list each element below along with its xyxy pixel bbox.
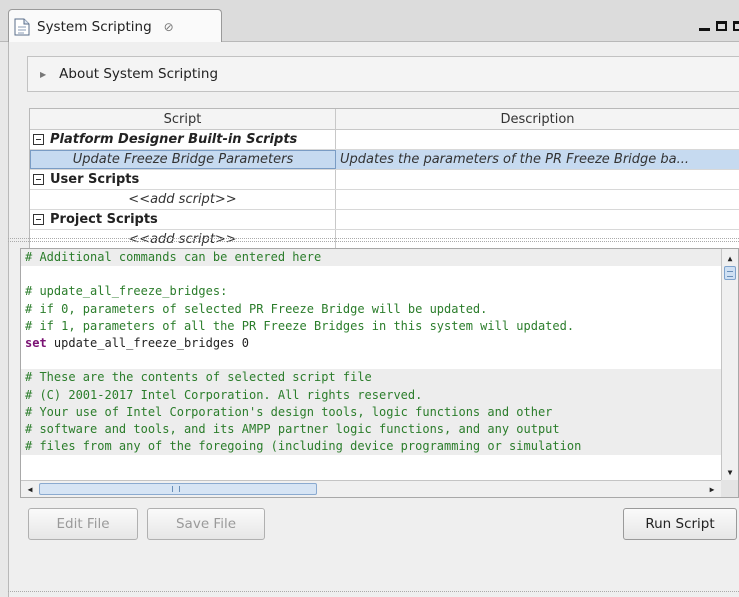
expand-triangle-icon[interactable]: ▶ <box>40 70 46 79</box>
code-line[interactable] <box>21 352 721 369</box>
window-controls <box>699 16 739 36</box>
splitter-handle[interactable] <box>8 238 739 242</box>
code-comment: # (C) 2001-2017 Intel Corporation. All r… <box>25 387 423 402</box>
code-line[interactable]: # Your use of Intel Corporation's design… <box>21 403 721 421</box>
group-cell: Platform Designer Built-in Scripts <box>30 130 336 149</box>
run-script-button[interactable]: Run Script <box>623 508 737 540</box>
tab-system-scripting[interactable]: System Scripting ⊘ <box>8 9 222 43</box>
scroll-left-icon[interactable]: ◀ <box>23 481 37 497</box>
add-script-cell[interactable]: <<add script>> <box>30 190 336 209</box>
script-editor-text[interactable]: # Additional commands can be entered her… <box>21 249 721 481</box>
close-icon[interactable]: ⊘ <box>164 20 174 34</box>
code-line[interactable]: set update_all_freeze_bridges 0 <box>21 335 721 352</box>
code-comment: # files from any of the foregoing (inclu… <box>25 439 582 454</box>
maximize-icon[interactable] <box>715 21 728 31</box>
minimize-icon[interactable] <box>699 27 710 31</box>
table-header: Script Description <box>30 109 739 130</box>
group-row-platform-designer[interactable]: Platform Designer Built-in Scripts <box>30 130 739 150</box>
code-line[interactable]: # software and tools, and its AMPP partn… <box>21 420 721 439</box>
tab-title: System Scripting <box>37 18 152 35</box>
code-comment: # if 1, parameters of all the PR Freeze … <box>25 318 575 333</box>
code-comment: # software and tools, and its AMPP partn… <box>25 421 560 436</box>
scroll-down-icon[interactable]: ▼ <box>722 465 738 479</box>
scroll-up-icon[interactable]: ▲ <box>722 251 738 265</box>
group-cell: Project Scripts <box>30 210 336 229</box>
code-line[interactable]: # files from any of the foregoing (inclu… <box>21 438 721 456</box>
code-comment: # update_all_freeze_bridges: <box>25 284 228 299</box>
group-row-project-scripts[interactable]: Project Scripts <box>30 210 739 230</box>
about-label: About System Scripting <box>59 66 219 82</box>
vertical-scrollbar[interactable]: ▲ ▼ <box>721 249 738 481</box>
bottom-divider <box>8 591 739 595</box>
horizontal-scrollbar[interactable]: ◀ ▶ <box>21 480 721 497</box>
collapse-icon[interactable] <box>33 214 44 225</box>
column-header-script[interactable]: Script <box>30 109 336 129</box>
group-name: User Scripts <box>50 172 140 187</box>
table-row-add-user-script[interactable]: <<add script>> <box>30 190 739 210</box>
script-cell[interactable]: Update Freeze Bridge Parameters <box>30 150 336 169</box>
about-system-scripting-section[interactable]: ▶ About System Scripting <box>27 56 739 92</box>
script-editor[interactable]: # Additional commands can be entered her… <box>20 248 739 498</box>
group-name: Platform Designer Built-in Scripts <box>50 132 298 147</box>
save-file-button[interactable]: Save File <box>147 508 265 540</box>
collapse-icon[interactable] <box>33 134 44 145</box>
horizontal-scroll-thumb[interactable] <box>39 483 317 495</box>
code-line[interactable]: # (C) 2001-2017 Intel Corporation. All r… <box>21 386 721 404</box>
code-line[interactable]: # if 0, parameters of selected PR Freeze… <box>21 301 721 318</box>
table-row-update-freeze-bridge[interactable]: Update Freeze Bridge Parameters Updates … <box>30 150 739 170</box>
code-comment: # Additional commands can be entered her… <box>25 250 322 264</box>
description-cell[interactable] <box>336 190 739 209</box>
code-line[interactable]: # Additional commands can be entered her… <box>21 249 721 267</box>
column-header-description[interactable]: Description <box>336 109 739 129</box>
code-line[interactable] <box>21 266 721 283</box>
description-cell[interactable]: Updates the parameters of the PR Freeze … <box>336 150 739 169</box>
code-text: update_all_freeze_bridges 0 <box>46 335 249 350</box>
edit-file-button[interactable]: Edit File <box>28 508 138 540</box>
view-tab-bar: System Scripting ⊘ <box>0 0 739 43</box>
group-name: Project Scripts <box>50 212 158 227</box>
group-cell: User Scripts <box>30 170 336 189</box>
code-line[interactable]: # update_all_freeze_bridges: <box>21 283 721 300</box>
code-comment: # if 0, parameters of selected PR Freeze… <box>25 301 488 316</box>
restore-icon[interactable] <box>733 21 739 31</box>
scrollbar-corner <box>721 480 738 497</box>
collapse-icon[interactable] <box>33 174 44 185</box>
document-icon <box>14 18 30 35</box>
code-line[interactable]: # if 1, parameters of all the PR Freeze … <box>21 318 721 335</box>
scroll-right-icon[interactable]: ▶ <box>705 481 719 497</box>
vertical-scroll-thumb[interactable] <box>724 266 736 280</box>
group-row-user-scripts[interactable]: User Scripts <box>30 170 739 190</box>
code-line[interactable]: # These are the contents of selected scr… <box>21 369 721 387</box>
code-comment: # Your use of Intel Corporation's design… <box>25 404 553 419</box>
code-keyword: set <box>25 335 47 350</box>
code-comment: # These are the contents of selected scr… <box>25 370 372 385</box>
